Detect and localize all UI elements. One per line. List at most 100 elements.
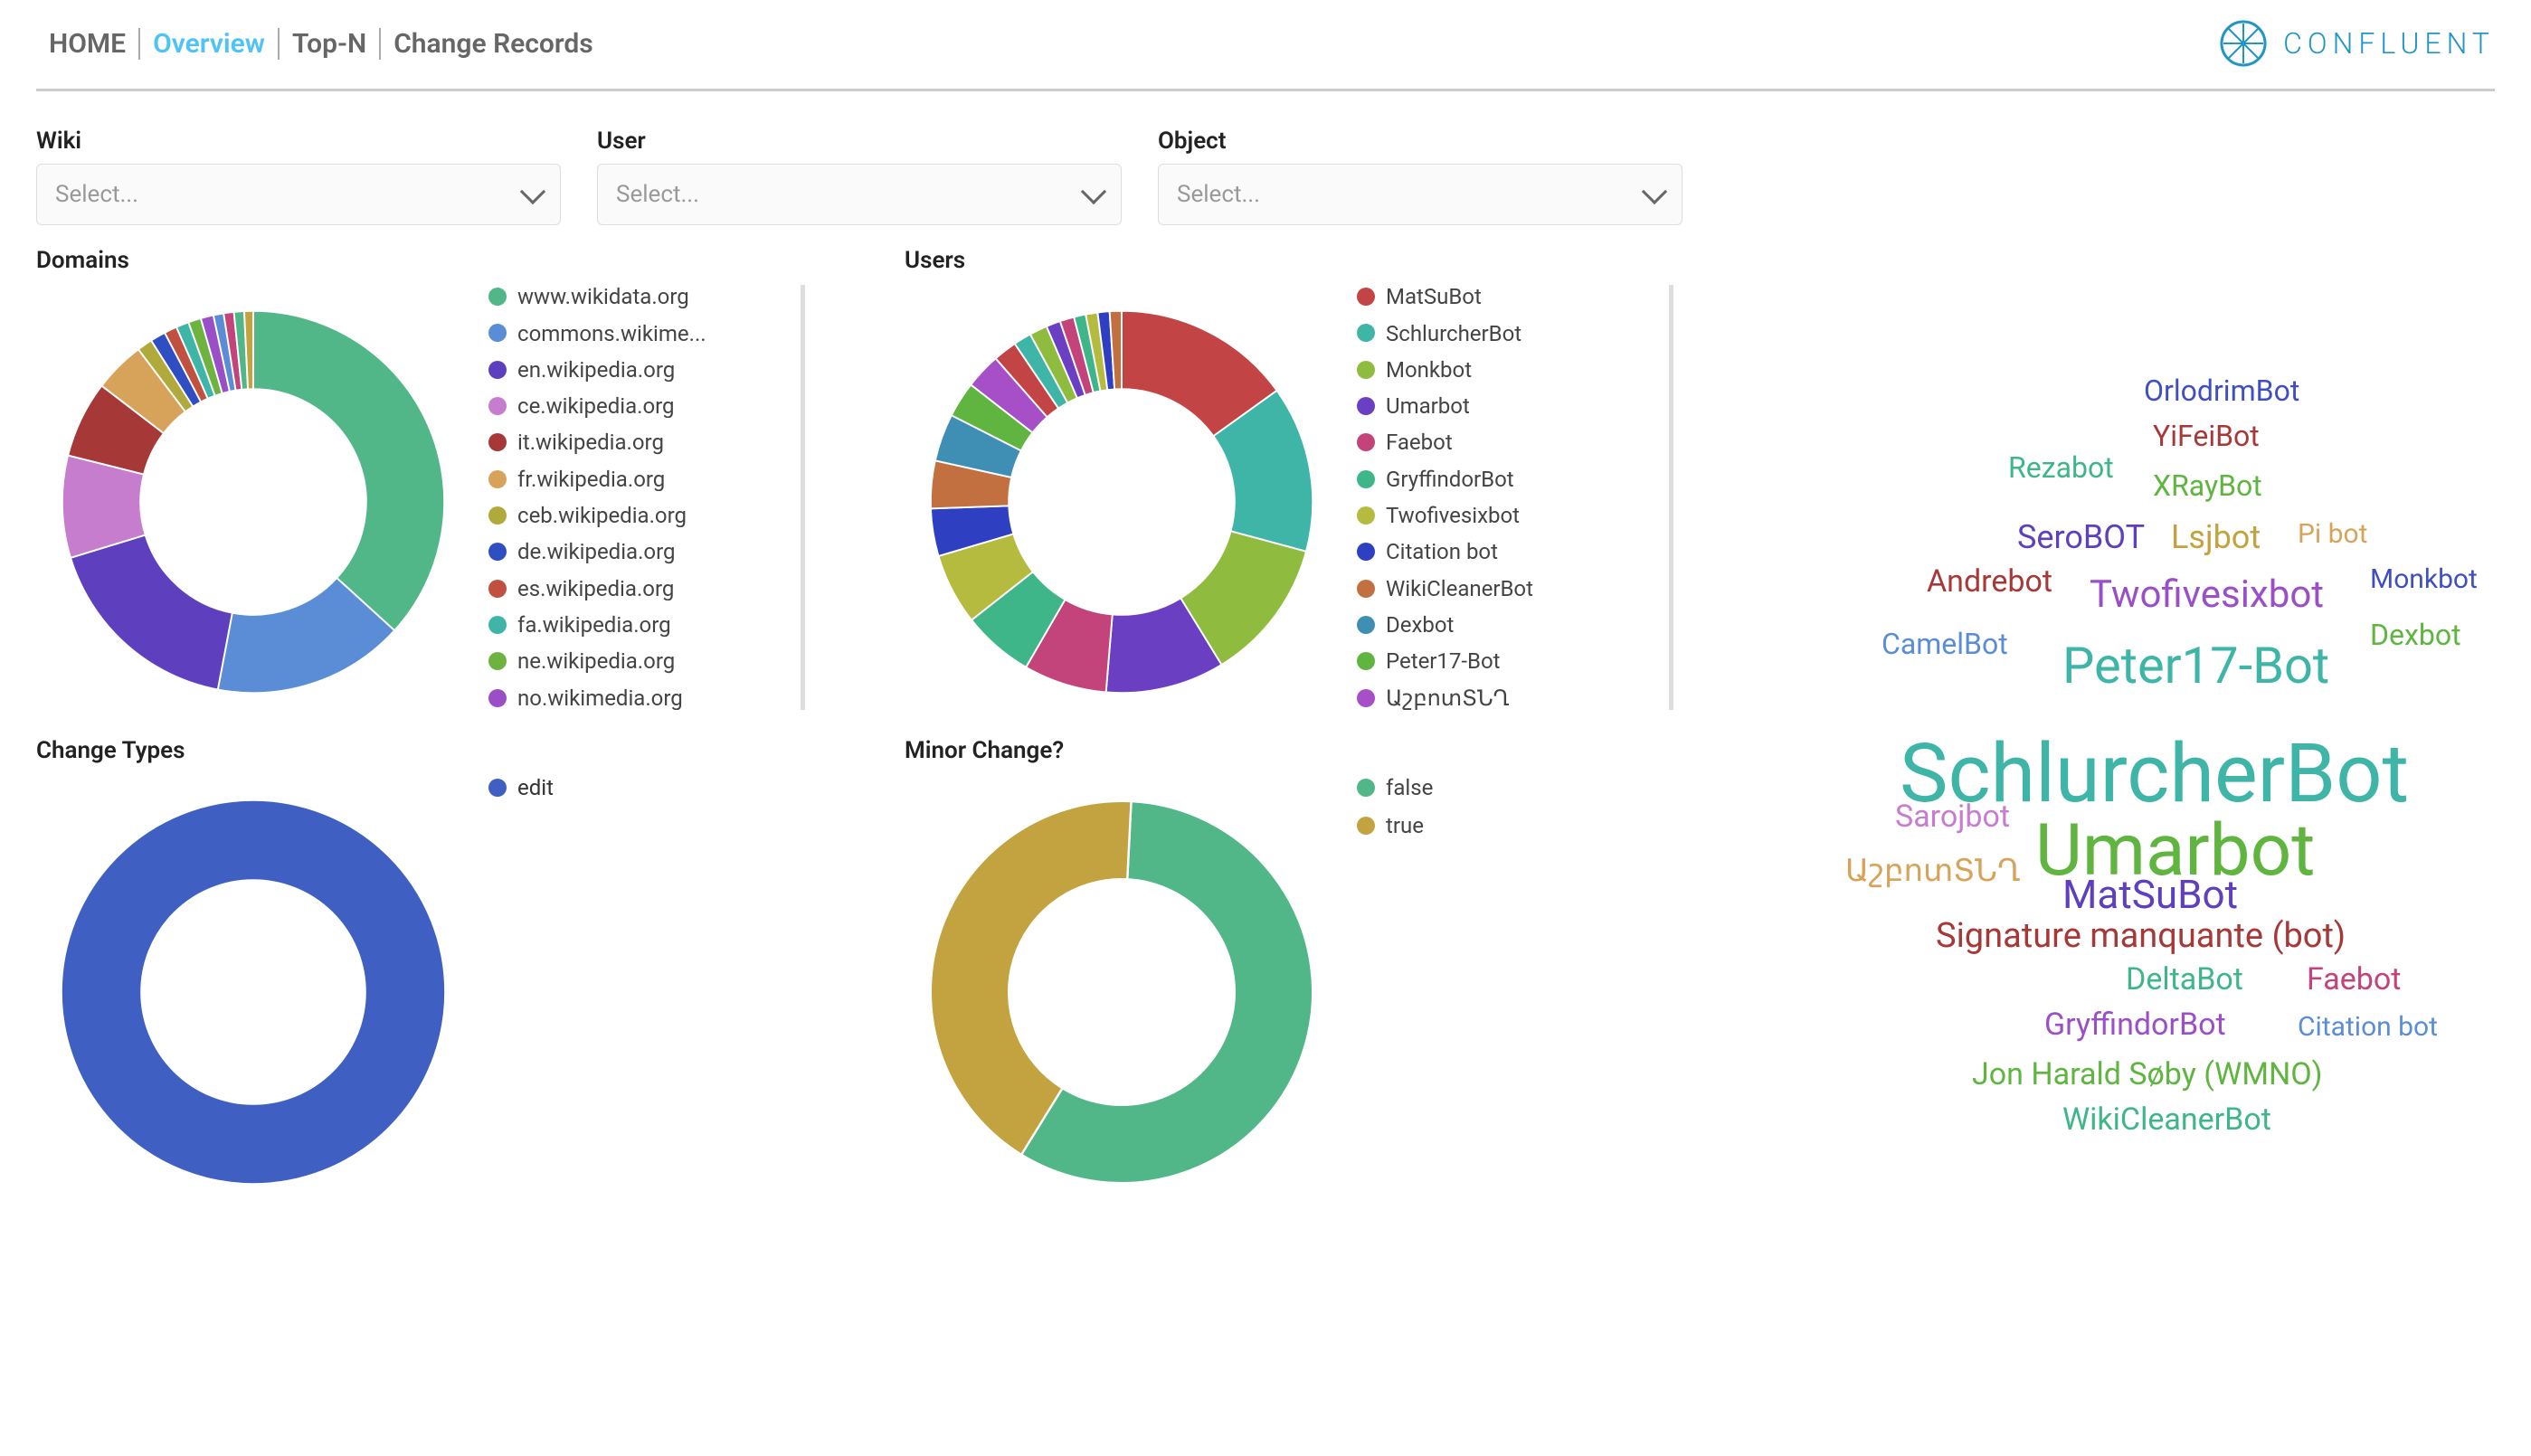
nav-overview[interactable]: Overview [140,28,280,60]
legend-label: it.wikipedia.org [517,430,664,454]
legend-item[interactable]: fr.wikipedia.org [488,468,784,491]
legend-label: WikiCleanerBot [1386,577,1533,600]
wordcloud-word[interactable]: Pi bot [2298,518,2367,550]
wordcloud-word[interactable]: Rezabot [2008,450,2114,485]
legend-item[interactable]: true [1357,813,1657,838]
wordcloud-word[interactable]: XRayBot [2153,468,2262,503]
legend-label: www.wikidata.org [517,285,689,308]
nav-home[interactable]: HOME [36,28,140,60]
legend-swatch [488,652,507,670]
legend-item[interactable]: Citation bot [1357,540,1653,563]
donut-slice[interactable] [931,801,1132,1155]
legend-item[interactable]: false [1357,775,1657,800]
donut-slice[interactable] [71,535,232,690]
legend-minor-change[interactable]: false true [1357,775,1673,838]
legend-swatch [1357,433,1375,451]
panel-domains-title: Domains [36,247,905,274]
legend-item[interactable]: www.wikidata.org [488,285,784,308]
legend-users[interactable]: MatSuBot SchlurcherBot Monkbot Umarbot Faebo… [1357,285,1673,710]
donut-domains[interactable] [36,285,470,719]
donut-users[interactable] [905,285,1339,719]
wordcloud-word[interactable]: Twofivesixbot [2090,572,2324,617]
wordcloud-word[interactable]: Citation bot [2298,1011,2438,1043]
legend-item[interactable]: SchlurcherBot [1357,321,1653,345]
wordcloud-word[interactable]: Faebot [2307,961,2401,997]
legend-label: fr.wikipedia.org [517,468,665,491]
wordcloud-word[interactable]: SeroBOT [2017,518,2145,556]
wordcloud-word[interactable]: Monkbot [2370,563,2478,595]
legend-item[interactable]: Dexbot [1357,613,1653,637]
legend-label: commons.wikime... [517,321,706,345]
wordcloud-word[interactable]: Dexbot [2370,618,2461,652]
legend-item[interactable]: no.wikimedia.org [488,686,784,710]
legend-domains[interactable]: www.wikidata.org commons.wikime... en.wiki… [488,285,805,710]
wordcloud-word[interactable]: OrlodrimBot [2144,373,2299,408]
panel-domains: Domains www.wikidata.org commons.wikime..… [36,247,905,719]
legend-item[interactable]: it.wikipedia.org [488,430,784,454]
legend-item[interactable]: Peter17-Bot [1357,649,1653,673]
brand-logo: CONFLUENT [2218,18,2495,69]
legend-item[interactable]: GryffindorBot [1357,468,1653,491]
filter-wiki-select[interactable]: Select... [36,164,561,225]
wordcloud-word[interactable]: Sarojbot [1895,799,2010,835]
legend-label: edit [517,775,554,800]
donut-slice[interactable] [253,311,444,630]
wordcloud-word[interactable]: YiFeiBot [2153,419,2260,453]
wordcloud-word[interactable]: WikiCleanerBot [2062,1101,2271,1138]
legend-label: MatSuBot [1386,285,1482,308]
top-nav: HOME Overview Top-N Change Records [36,28,606,60]
legend-item[interactable]: commons.wikime... [488,321,784,345]
legend-item[interactable]: Twofivesixbot [1357,504,1653,527]
legend-label: ceb.wikipedia.org [517,504,687,527]
wordcloud-word[interactable]: MatSuBot [2062,871,2238,918]
legend-item[interactable]: ԱշբոտՏՆՂ [1357,686,1653,710]
filter-user-select[interactable]: Select... [597,164,1122,225]
legend-swatch [488,433,507,451]
wordcloud-word[interactable]: CamelBot [1882,627,2008,661]
panel-minor-change-title: Minor Change? [905,737,1773,764]
legend-label: no.wikimedia.org [517,686,683,710]
legend-swatch [488,779,507,797]
wordcloud-word[interactable]: Jon Harald Søby (WMNO) [1972,1056,2323,1092]
legend-item[interactable]: en.wikipedia.org [488,358,784,382]
legend-swatch [488,324,507,342]
legend-item[interactable]: ceb.wikipedia.org [488,504,784,527]
legend-item[interactable]: edit [488,775,554,800]
legend-swatch [488,397,507,415]
wordcloud-word[interactable]: Peter17-Bot [2062,636,2329,695]
legend-item[interactable]: de.wikipedia.org [488,540,784,563]
legend-label: es.wikipedia.org [517,577,674,600]
legend-label: fa.wikipedia.org [517,613,671,637]
legend-swatch [1357,470,1375,488]
filter-object-select[interactable]: Select... [1158,164,1683,225]
legend-item[interactable]: ne.wikipedia.org [488,649,784,673]
legend-swatch [1357,324,1375,342]
legend-item[interactable]: WikiCleanerBot [1357,577,1653,600]
legend-item[interactable]: ce.wikipedia.org [488,394,784,418]
legend-change-types[interactable]: edit [488,775,554,800]
wordcloud[interactable]: OrlodrimBot YiFeiBot Rezabot XRayBotSeroBOT… [1791,247,2495,1209]
donut-change-types[interactable] [36,775,470,1209]
nav-top-n[interactable]: Top-N [280,28,381,60]
panel-users: Users MatSuBotSchlurcherBotMonkbotUmarbo… [905,247,1773,719]
legend-item[interactable]: Faebot [1357,430,1653,454]
wordcloud-word[interactable]: ԱշբոտՏՆՂ [1845,853,2021,889]
legend-item[interactable]: Umarbot [1357,394,1653,418]
legend-item[interactable]: MatSuBot [1357,285,1653,308]
legend-item[interactable]: fa.wikipedia.org [488,613,784,637]
wordcloud-word[interactable]: Lsjbot [2171,518,2261,556]
legend-label: Peter17-Bot [1386,649,1501,673]
legend-label: Citation bot [1386,540,1498,563]
legend-label: ce.wikipedia.org [517,394,675,418]
wordcloud-word[interactable]: Signature manquante (bot) [1936,916,2346,956]
donut-minor-change[interactable] [905,775,1339,1209]
panel-change-types: Change Types edit [36,737,905,1209]
legend-item[interactable]: Monkbot [1357,358,1653,382]
wordcloud-word[interactable]: DeltaBot [2126,961,2243,997]
nav-change-records[interactable]: Change Records [381,28,606,60]
filter-object-placeholder: Select... [1177,181,1260,208]
legend-item[interactable]: es.wikipedia.org [488,577,784,600]
filter-row: Wiki Select... User Select... Object Sel… [0,128,2531,247]
wordcloud-word[interactable]: Andrebot [1927,563,2052,600]
wordcloud-word[interactable]: GryffindorBot [2044,1007,2226,1043]
